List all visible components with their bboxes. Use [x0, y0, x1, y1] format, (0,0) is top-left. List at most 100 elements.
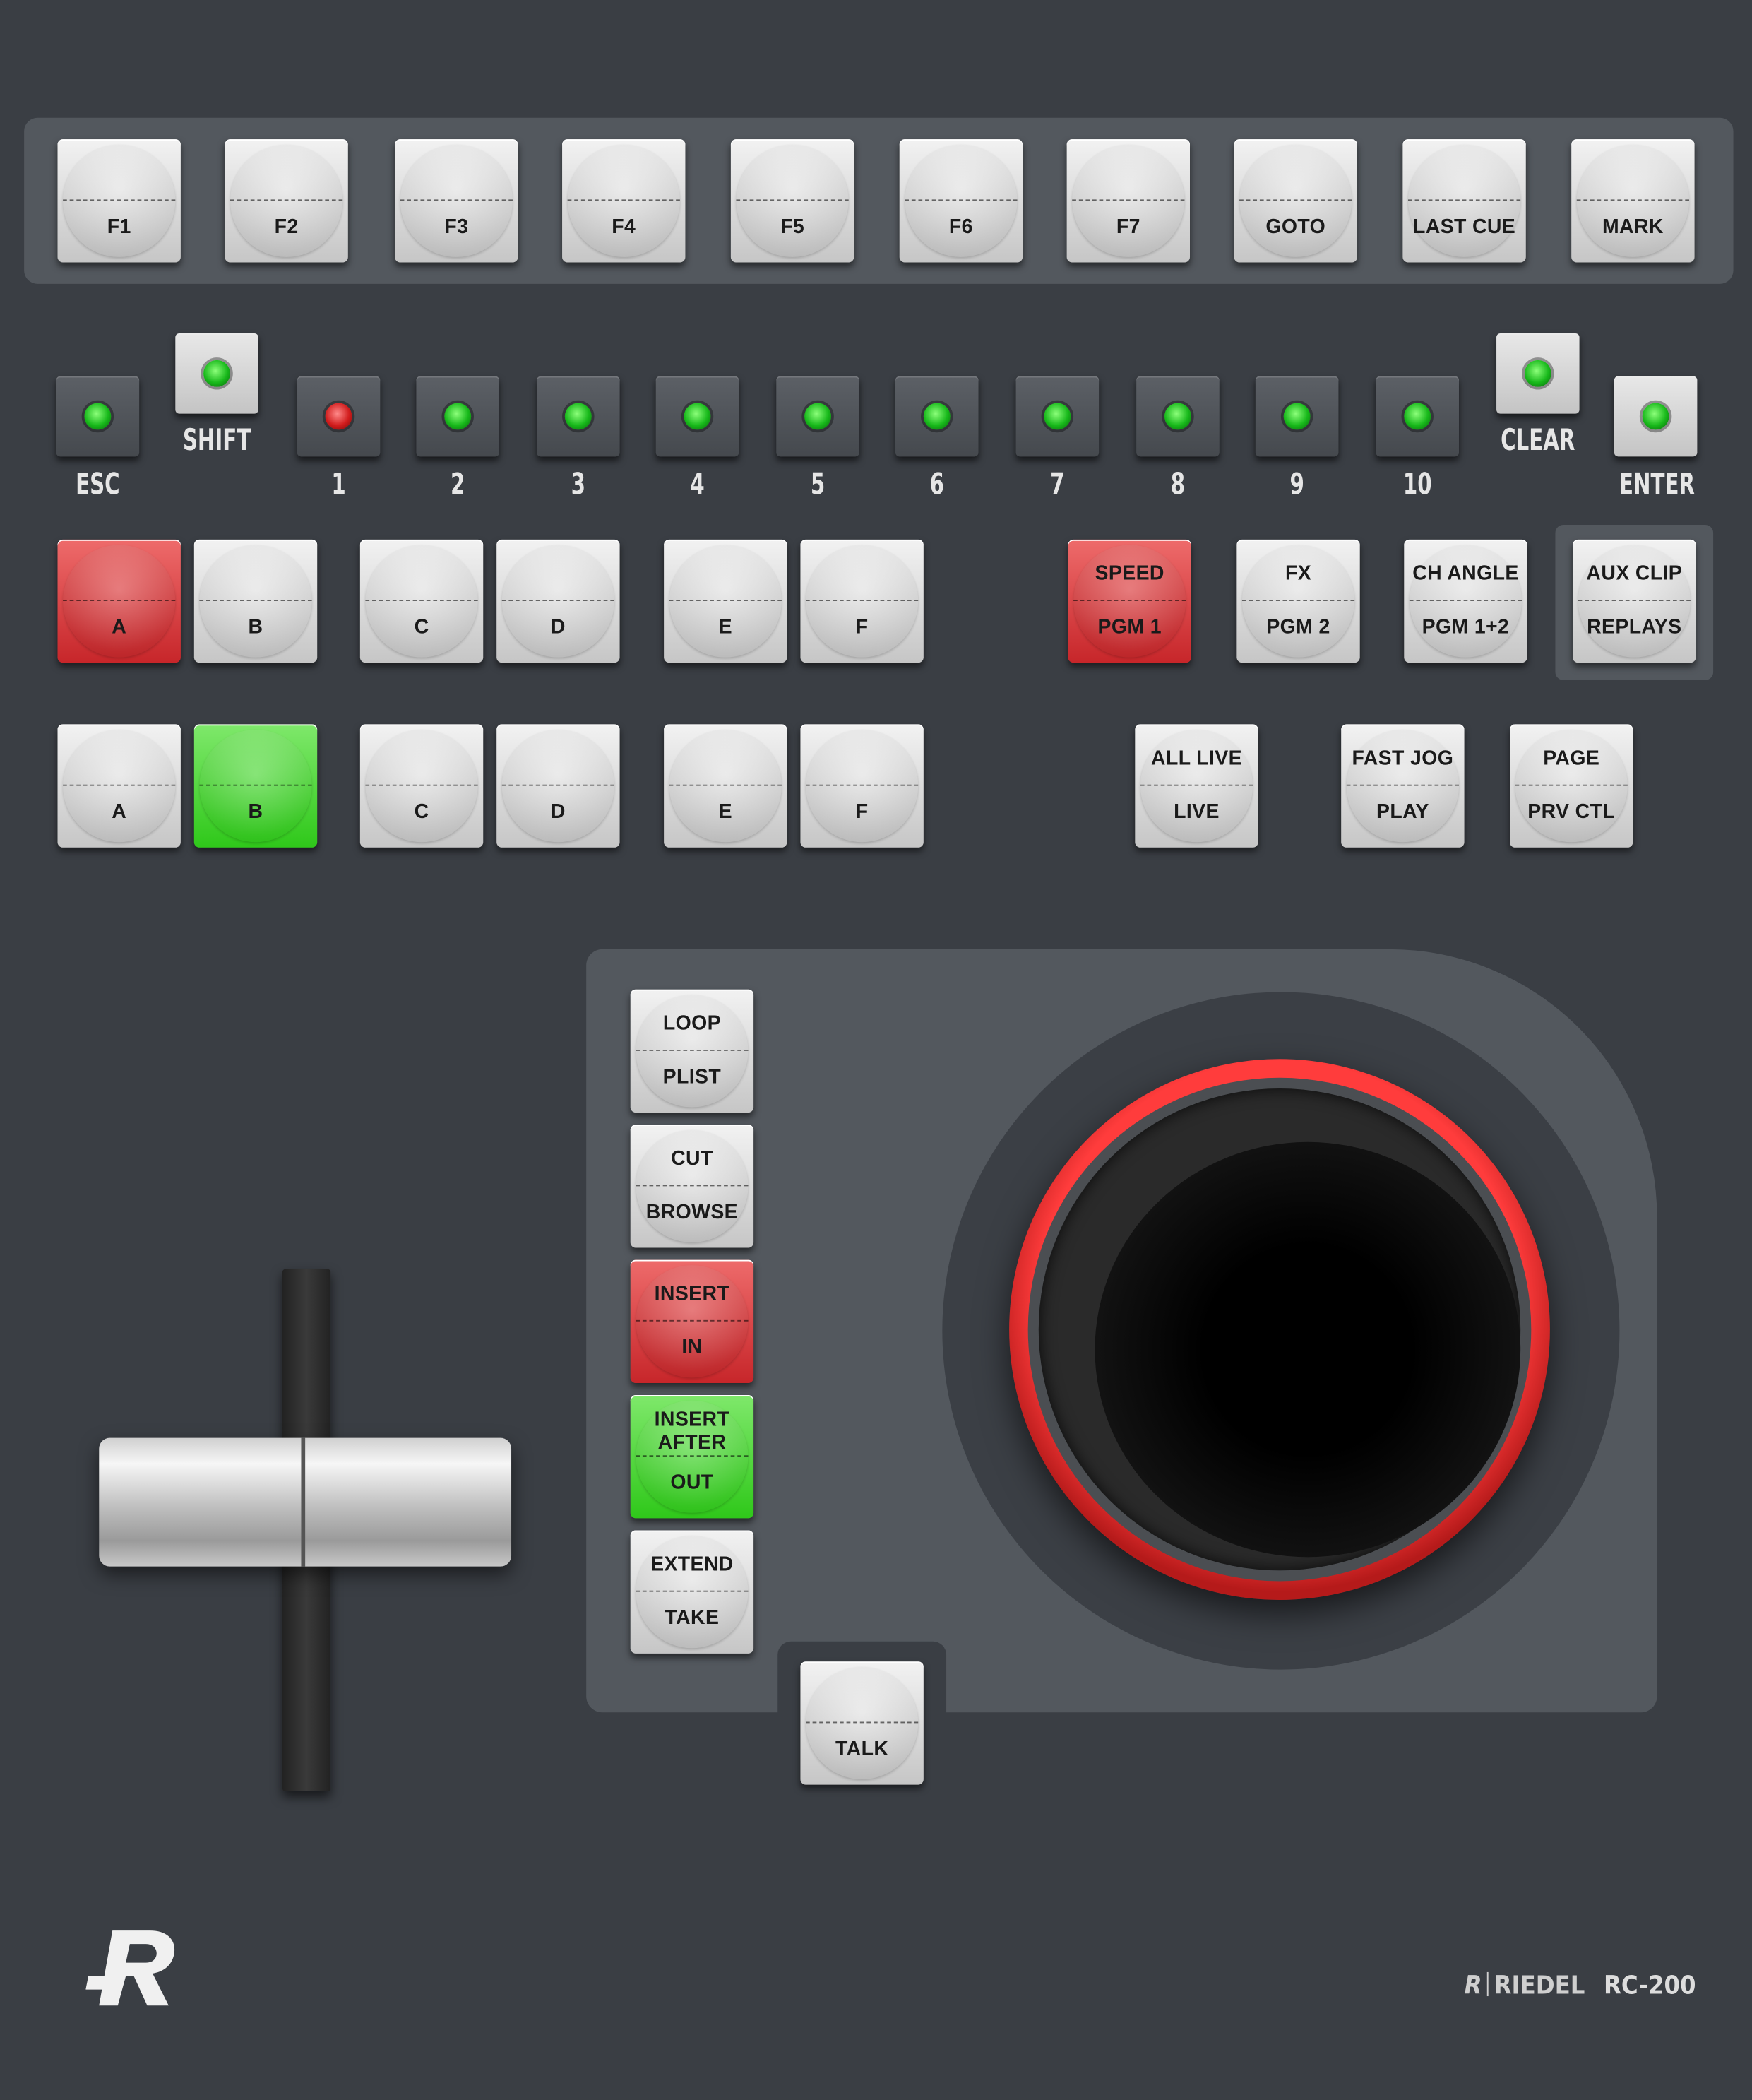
fkey-f1[interactable]: F1: [57, 139, 181, 263]
key-extend[interactable]: EXTEND TAKE: [630, 1530, 754, 1654]
led-indicator-icon: [804, 403, 832, 430]
led-indicator-icon: [1044, 403, 1071, 430]
key-insert-after[interactable]: INSERT AFTER OUT: [630, 1395, 754, 1519]
key-insert[interactable]: INSERT IN: [630, 1259, 754, 1383]
led-indicator-icon: [203, 360, 231, 387]
key-bottom-label: C: [414, 615, 429, 639]
fkey-f5[interactable]: F5: [730, 139, 854, 263]
key-top-label: LOOP: [662, 1012, 721, 1036]
key-bottom-label: D: [550, 615, 566, 639]
key-divider: [1407, 199, 1521, 201]
key-divider: [199, 784, 312, 786]
key-bottom-label: TALK: [835, 1738, 889, 1761]
brand-r-mark: R: [1464, 1971, 1482, 2000]
key-bottom-label: F1: [107, 215, 131, 239]
key-divider: [567, 199, 680, 201]
led-key-9[interactable]: [1255, 376, 1339, 457]
led-key-label: 7: [1050, 468, 1065, 502]
row-b-key-f[interactable]: F: [800, 724, 924, 848]
led-indicator-icon: [1164, 403, 1191, 430]
led-key-enter[interactable]: [1614, 376, 1698, 457]
key-fx[interactable]: FX PGM 2: [1236, 539, 1360, 663]
key-bottom-label: GOTO: [1265, 215, 1326, 239]
fkey-mark[interactable]: MARK: [1571, 139, 1695, 263]
led-key-1[interactable]: [297, 376, 381, 457]
row-a-key-a[interactable]: A: [57, 539, 181, 663]
row-a-key-e[interactable]: E: [664, 539, 787, 663]
fkey-f7[interactable]: F7: [1066, 139, 1191, 263]
t-bar-fader[interactable]: [99, 1437, 512, 1567]
row-a-key-b[interactable]: B: [193, 539, 318, 663]
fader-center-line: [301, 1437, 306, 1567]
key-top-label: EXTEND: [650, 1553, 734, 1576]
key-divider: [400, 199, 513, 201]
key-divider: [1578, 600, 1691, 602]
fkey-f2[interactable]: F2: [225, 139, 348, 263]
key-divider: [806, 1721, 919, 1724]
key-ch-angle[interactable]: CH ANGLE PGM 1+2: [1404, 539, 1527, 663]
row-b-key-a[interactable]: A: [57, 724, 181, 848]
key-bottom-label: REPLAYS: [1587, 615, 1682, 639]
key-bottom-label: E: [718, 800, 732, 824]
fkey-f3[interactable]: F3: [395, 139, 518, 263]
row-a-key-f[interactable]: F: [800, 539, 924, 663]
led-key-7[interactable]: [1015, 376, 1100, 457]
key-bottom-label: B: [248, 615, 263, 639]
model-name: RC-200: [1603, 1971, 1696, 2000]
led-key-3[interactable]: [537, 376, 620, 457]
key-top-label: INSERT AFTER: [654, 1408, 730, 1454]
key-speed[interactable]: SPEED PGM 1: [1068, 539, 1191, 663]
key-divider: [230, 199, 343, 201]
key-divider: [806, 600, 919, 602]
key-fast-jog[interactable]: FAST JOG PLAY: [1341, 724, 1465, 848]
row-b-key-b[interactable]: B: [193, 724, 318, 848]
key-bottom-label: PLIST: [662, 1065, 722, 1088]
row-b-key-d[interactable]: D: [496, 724, 620, 848]
led-key-clear[interactable]: [1496, 333, 1580, 414]
led-key-label: 3: [571, 468, 585, 502]
fkey-goto[interactable]: GOTO: [1234, 139, 1357, 263]
led-indicator-icon: [84, 403, 112, 430]
fkey-f4[interactable]: F4: [562, 139, 686, 263]
key-bottom-label: OUT: [670, 1471, 714, 1495]
key-bottom-label: B: [248, 800, 263, 824]
key-page[interactable]: PAGE PRV CTL: [1510, 724, 1633, 848]
key-divider: [1072, 199, 1185, 201]
led-key-6[interactable]: [895, 376, 979, 457]
led-key-label: 2: [451, 468, 465, 502]
led-key-label: CLEAR: [1501, 424, 1575, 458]
key-bottom-label: PGM 2: [1266, 615, 1330, 639]
key-bottom-label: F: [855, 800, 869, 824]
key-bottom-label: F6: [948, 215, 973, 239]
key-bottom-label: LAST CUE: [1412, 215, 1516, 239]
fkey-last-cue[interactable]: LAST CUE: [1402, 139, 1526, 263]
led-key-label: 10: [1402, 468, 1432, 502]
key-bottom-label: A: [112, 615, 127, 639]
talk-button[interactable]: TALK: [800, 1661, 924, 1785]
key-all-live[interactable]: ALL LIVE LIVE: [1135, 724, 1258, 848]
brand-name: RIEDEL: [1494, 1971, 1585, 2000]
led-key-shift[interactable]: [175, 333, 258, 414]
key-loop[interactable]: LOOP PLIST: [630, 989, 754, 1113]
key-aux-clip[interactable]: AUX CLIP REPLAYS: [1573, 539, 1696, 663]
key-divider: [1515, 784, 1628, 786]
led-key-2[interactable]: [416, 376, 499, 457]
row-a-key-c[interactable]: C: [359, 539, 484, 663]
key-bottom-label: PGM 1: [1097, 615, 1162, 639]
row-b-key-e[interactable]: E: [664, 724, 787, 848]
key-bottom-label: MARK: [1602, 215, 1664, 239]
led-key-10[interactable]: [1376, 376, 1459, 457]
jog-shuttle-wheel[interactable]: [1009, 1059, 1550, 1601]
key-divider: [63, 784, 176, 786]
led-key-label: ENTER: [1619, 468, 1695, 502]
key-cut[interactable]: CUT BROWSE: [630, 1125, 754, 1248]
key-divider: [365, 600, 478, 602]
led-key-8[interactable]: [1136, 376, 1220, 457]
row-a-key-d[interactable]: D: [496, 539, 620, 663]
key-top-label: CH ANGLE: [1412, 562, 1519, 586]
led-key-esc[interactable]: [56, 376, 140, 457]
led-key-5[interactable]: [776, 376, 859, 457]
fkey-f6[interactable]: F6: [899, 139, 1023, 263]
led-key-4[interactable]: [655, 376, 739, 457]
row-b-key-c[interactable]: C: [359, 724, 484, 848]
